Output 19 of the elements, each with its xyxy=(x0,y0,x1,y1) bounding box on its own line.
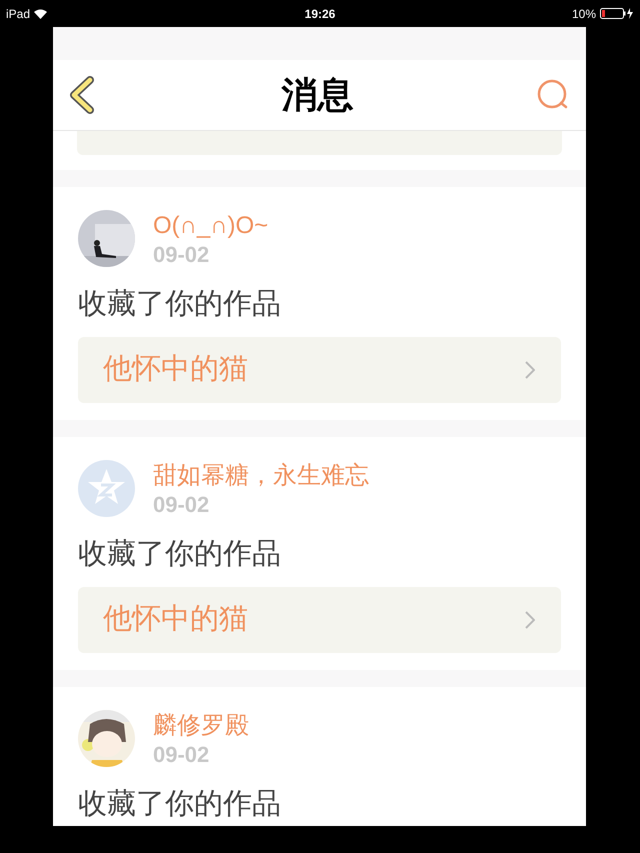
device-name: iPad xyxy=(6,6,30,22)
chevron-right-icon xyxy=(525,361,535,379)
clock: 19:26 xyxy=(304,6,336,22)
avatar-icon xyxy=(78,460,135,517)
wifi-icon xyxy=(34,8,48,18)
page-title: 消息 xyxy=(282,73,354,117)
work-link[interactable]: 他怀中的猫 xyxy=(78,587,561,653)
search-icon xyxy=(537,79,569,111)
battery-percent: 10% xyxy=(572,6,596,22)
user-name[interactable]: 麟修罗殿 xyxy=(153,710,249,742)
work-link[interactable]: 他怀中的猫 xyxy=(78,337,561,403)
message-text: 收藏了你的作品 xyxy=(78,538,281,570)
chevron-left-icon xyxy=(69,76,95,114)
user-name[interactable]: O(∩_∩)O~ xyxy=(153,210,268,242)
message-text: 收藏了你的作品 xyxy=(78,288,281,320)
message-text: 收藏了你的作品 xyxy=(78,788,281,820)
chevron-right-icon xyxy=(525,611,535,629)
battery-icon xyxy=(600,8,634,19)
user-name[interactable]: 甜如幂糖，永生难忘 xyxy=(153,460,369,492)
